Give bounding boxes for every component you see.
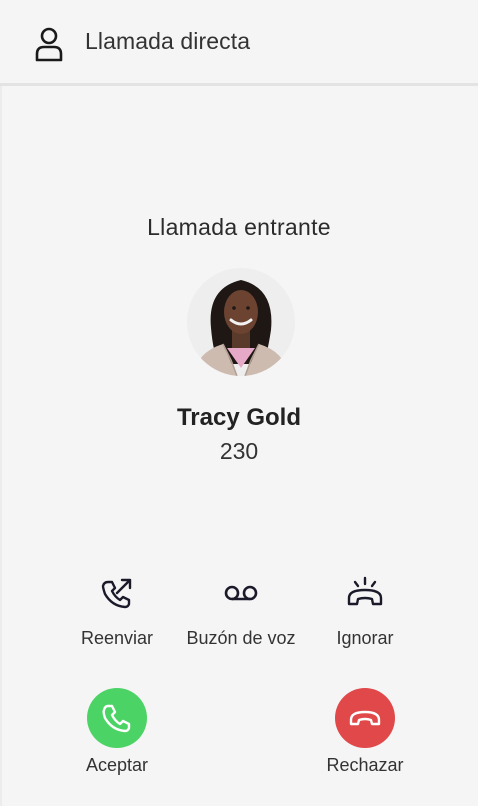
reject-label: Rechazar <box>326 755 404 775</box>
forward-button[interactable]: Reenviar <box>76 576 158 649</box>
ring-off-icon <box>347 576 383 606</box>
caller-name: Tracy Gold <box>176 404 302 431</box>
phone-icon <box>102 704 131 733</box>
reject-button[interactable] <box>335 688 395 748</box>
voicemail-label: Buzón de voz <box>186 628 296 648</box>
call-status: Llamada entrante <box>147 214 331 240</box>
forward-label: Reenviar <box>80 628 154 648</box>
voicemail-button[interactable]: Buzón de voz <box>180 576 302 649</box>
top-bar: Llamada directa <box>0 0 478 86</box>
accept-label: Aceptar <box>85 755 149 775</box>
ignore-button[interactable]: Ignorar <box>330 576 400 649</box>
user-icon <box>35 27 63 62</box>
page-title: Llamada directa <box>85 28 251 54</box>
accept-button[interactable] <box>87 688 147 748</box>
caller-extension: 230 <box>219 438 259 464</box>
caller-avatar <box>187 268 295 376</box>
ignore-label: Ignorar <box>336 628 394 648</box>
phone-forward-icon <box>101 578 132 609</box>
hang-up-icon <box>349 710 381 726</box>
voicemail-icon <box>224 585 258 601</box>
